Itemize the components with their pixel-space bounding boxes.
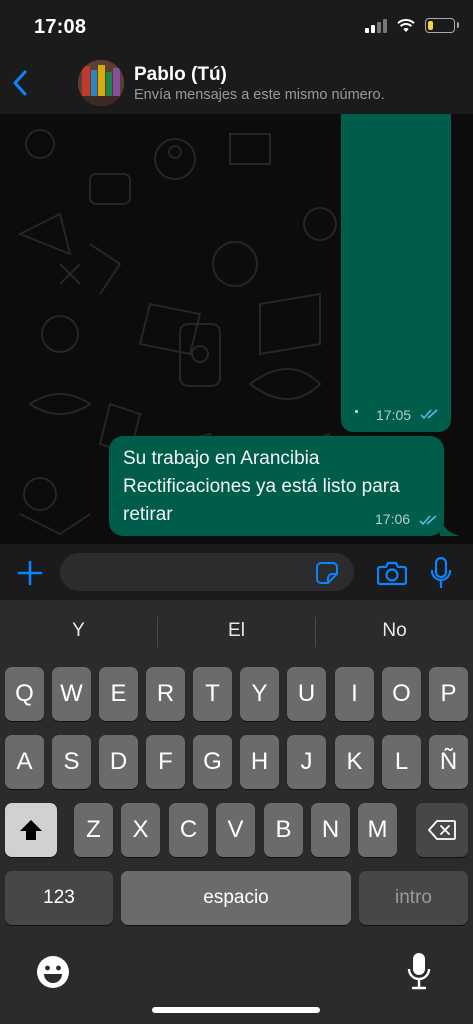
key-a[interactable]: A <box>5 735 44 789</box>
key-enye[interactable]: Ñ <box>429 735 468 789</box>
message-composer <box>0 544 473 600</box>
battery-icon <box>425 18 459 33</box>
contact-name[interactable]: Pablo (Tú) <box>134 64 227 86</box>
text-message-bubble[interactable]: Su trabajo en Arancibia Rectificaciones … <box>109 436 444 536</box>
attach-plus-icon[interactable] <box>17 560 43 586</box>
return-key[interactable]: intro <box>359 871 468 925</box>
key-o[interactable]: O <box>382 667 421 721</box>
microphone-icon[interactable] <box>431 557 451 589</box>
numbers-key[interactable]: 123 <box>5 871 113 925</box>
status-icons <box>365 18 459 33</box>
key-x[interactable]: X <box>121 803 160 857</box>
key-p[interactable]: P <box>429 667 468 721</box>
key-w[interactable]: W <box>52 667 91 721</box>
media-indicator <box>355 410 358 413</box>
media-message-bubble[interactable]: 17:05 <box>341 114 451 432</box>
suggestion-item[interactable]: El <box>158 600 315 662</box>
key-h[interactable]: H <box>240 735 279 789</box>
chat-header: Pablo (Tú) Envía mensajes a este mismo n… <box>0 56 473 115</box>
status-time: 17:08 <box>34 16 87 38</box>
key-q[interactable]: Q <box>5 667 44 721</box>
shift-key[interactable] <box>5 803 57 857</box>
key-i[interactable]: I <box>335 667 374 721</box>
key-u[interactable]: U <box>287 667 326 721</box>
read-receipt-icon <box>419 515 437 526</box>
message-time: 17:06 <box>375 511 411 527</box>
key-b[interactable]: B <box>264 803 303 857</box>
key-n[interactable]: N <box>311 803 350 857</box>
chat-area[interactable]: 17:05 Su trabajo en Arancibia Rectificac… <box>0 114 473 544</box>
key-v[interactable]: V <box>216 803 255 857</box>
message-input[interactable] <box>60 553 354 591</box>
home-indicator[interactable] <box>152 1007 320 1013</box>
backspace-icon <box>428 820 456 840</box>
wifi-icon <box>397 18 415 32</box>
camera-icon[interactable] <box>377 560 407 586</box>
key-t[interactable]: T <box>193 667 232 721</box>
key-d[interactable]: D <box>99 735 138 789</box>
avatar-image <box>78 60 124 106</box>
back-chevron-icon[interactable] <box>10 68 30 98</box>
status-bar: 17:08 <box>0 0 473 56</box>
backspace-key[interactable] <box>416 803 468 857</box>
cellular-signal-icon <box>365 18 387 33</box>
contact-subtitle: Envía mensajes a este mismo número. <box>134 87 385 103</box>
space-key[interactable]: espacio <box>121 871 351 925</box>
key-e[interactable]: E <box>99 667 138 721</box>
message-time: 17:05 <box>376 407 412 423</box>
shift-arrow-icon <box>20 820 42 840</box>
suggestion-item[interactable]: Y <box>0 600 157 662</box>
key-g[interactable]: G <box>193 735 232 789</box>
emoji-icon[interactable] <box>36 955 70 989</box>
key-j[interactable]: J <box>287 735 326 789</box>
key-r[interactable]: R <box>146 667 185 721</box>
key-l[interactable]: L <box>382 735 421 789</box>
key-c[interactable]: C <box>169 803 208 857</box>
key-z[interactable]: Z <box>74 803 113 857</box>
read-receipt-icon <box>420 409 438 420</box>
key-m[interactable]: M <box>358 803 397 857</box>
sticker-icon[interactable] <box>315 561 339 585</box>
key-k[interactable]: K <box>335 735 374 789</box>
dictation-mic-icon[interactable] <box>407 952 431 990</box>
suggestion-item[interactable]: No <box>316 600 473 662</box>
key-s[interactable]: S <box>52 735 91 789</box>
key-f[interactable]: F <box>146 735 185 789</box>
battery-level <box>428 21 433 30</box>
suggestion-bar: Y El No <box>0 600 473 662</box>
keyboard: Y El No Q W E R T Y U I O P A S D F G H … <box>0 600 473 1024</box>
key-y[interactable]: Y <box>240 667 279 721</box>
avatar[interactable] <box>78 60 124 106</box>
